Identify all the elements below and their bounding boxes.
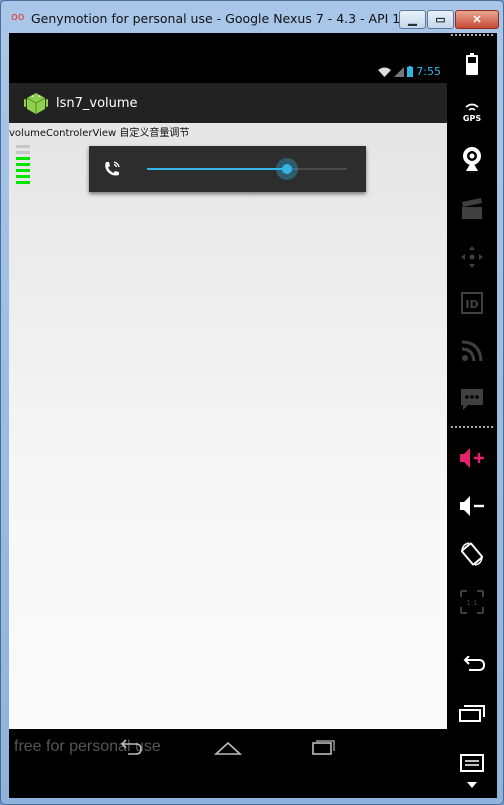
window-title: Genymotion for personal use - Google Nex… [31, 11, 413, 26]
volume-slider[interactable] [147, 158, 347, 180]
volume-slider-thumb[interactable] [276, 158, 298, 180]
minimize-button[interactable]: ▁ [399, 10, 426, 29]
volume-level-bar [16, 145, 30, 148]
battery-status-icon [407, 66, 414, 77]
svg-text:GPS: GPS [463, 114, 481, 123]
maximize-button[interactable]: ▭ [427, 10, 454, 29]
wifi-icon [378, 67, 392, 77]
svg-text:ID: ID [465, 298, 478, 311]
volume-down-icon[interactable] [447, 488, 497, 524]
volume-level-bar [16, 169, 30, 172]
battery-icon[interactable] [447, 46, 497, 82]
close-button[interactable]: ✕ [455, 10, 499, 29]
nav-back-button[interactable] [114, 738, 144, 758]
id-icon[interactable]: ID [447, 285, 497, 321]
back-icon[interactable] [447, 646, 497, 682]
panel-divider [451, 34, 493, 36]
volume-popup [89, 146, 366, 192]
clapperboard-icon[interactable] [447, 191, 497, 227]
volume-level-bar [16, 175, 30, 178]
signal-icon [394, 66, 405, 77]
genymotion-side-panel: GPS ID 1:1 [447, 33, 497, 798]
rotate-icon[interactable] [447, 536, 497, 572]
volume-up-icon[interactable] [447, 440, 497, 476]
volume-controller-view[interactable] [16, 145, 30, 187]
fullscreen-icon[interactable]: 1:1 [447, 584, 497, 620]
panel-scroll-down-icon[interactable] [447, 773, 497, 797]
recent-apps-icon[interactable] [447, 695, 497, 731]
content-label: volumeControlerView 自定义音量调节 [9, 128, 190, 139]
svg-text:1:1: 1:1 [466, 599, 477, 607]
gps-icon[interactable]: GPS [447, 93, 497, 129]
sms-icon[interactable] [447, 381, 497, 417]
title-bar[interactable]: oo Genymotion for personal use - Google … [1, 1, 503, 33]
close-icon: ✕ [472, 14, 482, 26]
maximize-icon: ▭ [435, 14, 446, 26]
volume-slider-fill [147, 168, 287, 170]
phone-call-volume-icon [105, 161, 120, 176]
nav-home-button[interactable] [213, 738, 243, 758]
rss-icon[interactable] [447, 333, 497, 369]
volume-level-bar [16, 181, 30, 184]
status-time: 7:55 [416, 65, 441, 78]
content-area: volumeControlerView 自定义音量调节 [9, 123, 447, 729]
window-frame: oo Genymotion for personal use - Google … [0, 0, 504, 805]
volume-level-bar [16, 157, 30, 160]
volume-level-bar [16, 163, 30, 166]
nav-recent-apps-button[interactable] [307, 738, 337, 758]
app-title: lsn7_volume [56, 96, 138, 111]
dpad-icon[interactable] [447, 239, 497, 275]
android-icon[interactable] [21, 88, 51, 118]
android-screen[interactable]: 7:55 lsn7_volume volumeControlerView 自定义… [9, 33, 447, 798]
status-bar: 7:55 [9, 61, 447, 83]
panel-divider [451, 426, 493, 428]
webcam-icon[interactable] [447, 141, 497, 177]
action-bar: lsn7_volume [9, 83, 447, 123]
minimize-icon: ▁ [408, 14, 417, 26]
volume-level-bar [16, 151, 30, 154]
genymotion-logo-icon: oo [11, 10, 25, 23]
navigation-bar: free for personal use [9, 729, 447, 769]
